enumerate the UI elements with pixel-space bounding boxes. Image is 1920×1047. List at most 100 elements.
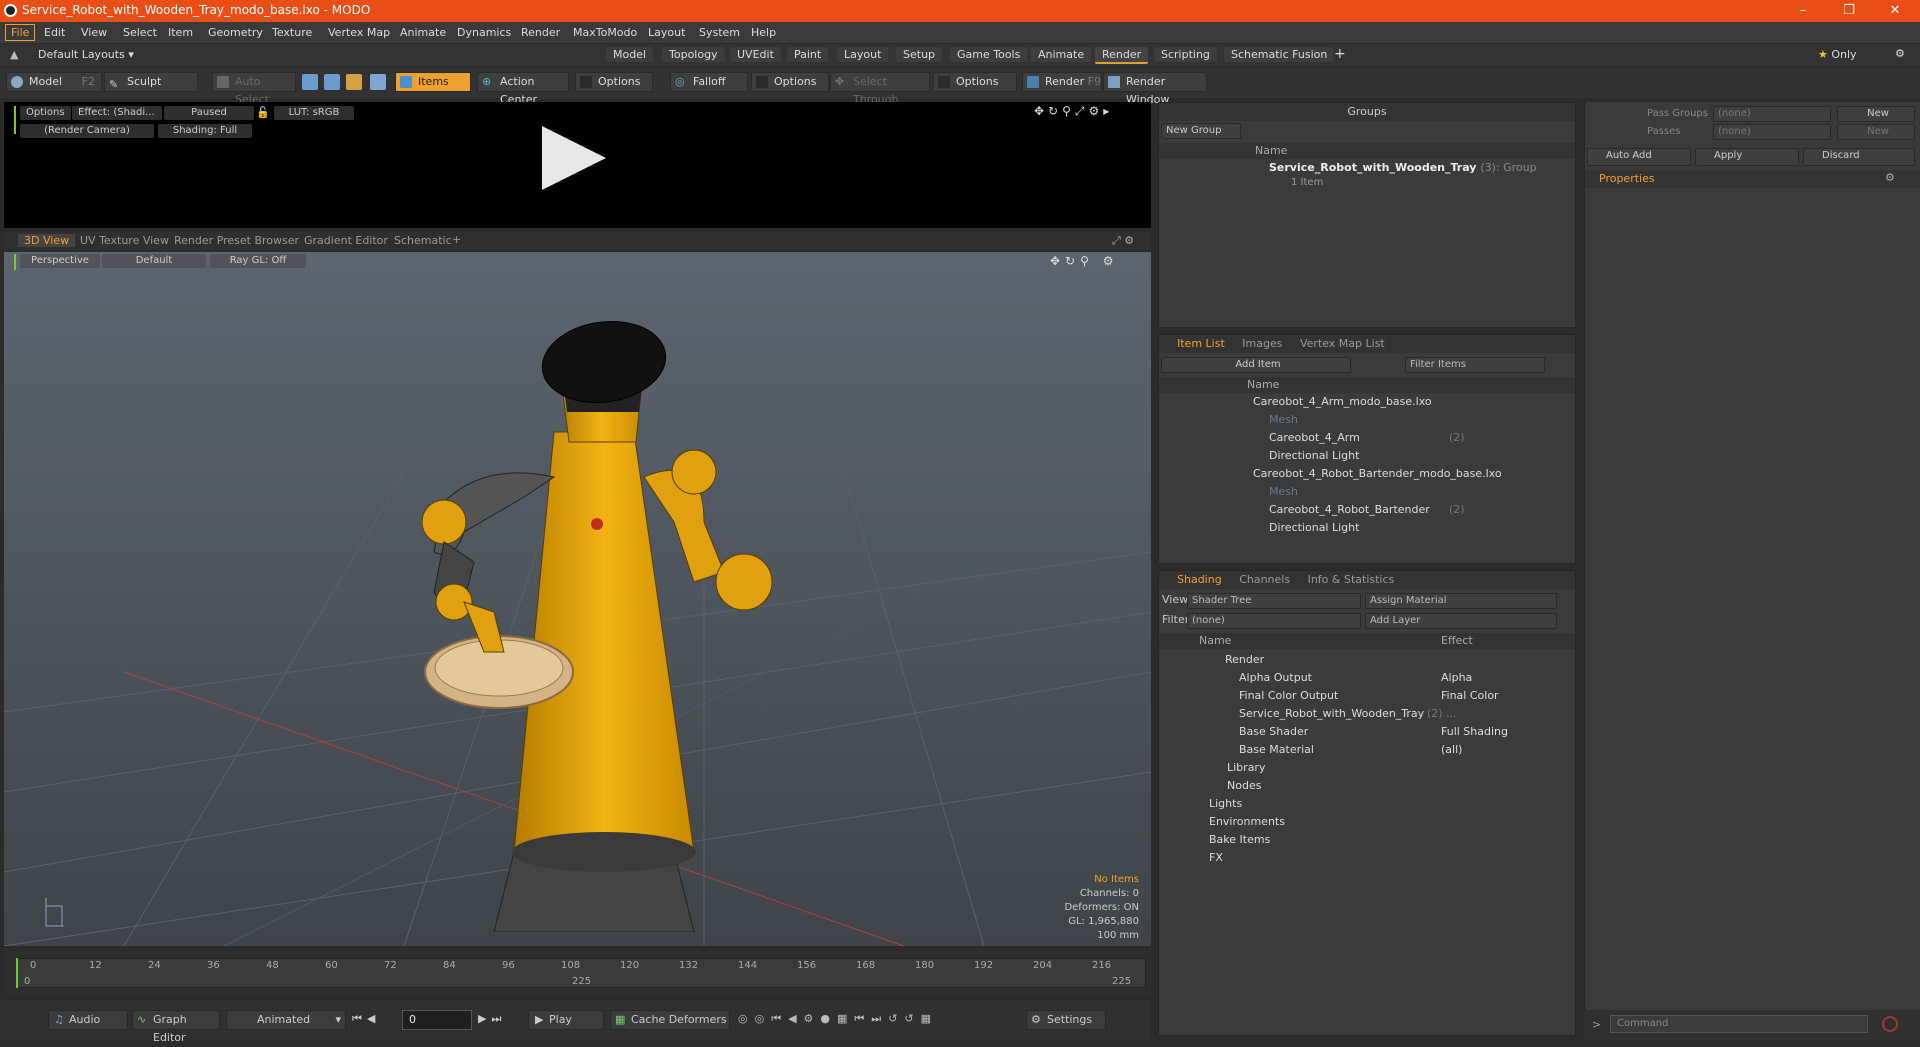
audio-button[interactable]: ♫ Audio	[48, 1010, 128, 1030]
shader-row-effect[interactable]: Full Shading	[1441, 723, 1508, 741]
play-icon[interactable]	[542, 126, 606, 190]
item-list-row[interactable]: Careobot_4_Arm_modo_base.lxo	[1159, 393, 1575, 411]
shader-tree-row[interactable]: Base Material (all)	[1159, 741, 1575, 759]
tab-render[interactable]: Render	[1095, 47, 1149, 64]
3d-viewport[interactable]: Perspective Default Ray GL: Off ✥↻⚲ ⚙ No…	[4, 252, 1151, 946]
menu-texture[interactable]: Texture	[272, 26, 312, 39]
sculpt-button[interactable]: ✎ Sculpt	[104, 72, 198, 92]
shader-row-effect[interactable]: Final Color	[1441, 687, 1499, 705]
item-list-row[interactable]: Directional Light	[1159, 447, 1575, 465]
tab-uvedit[interactable]: UVEdit	[730, 47, 781, 62]
menu-layout[interactable]: Layout	[648, 26, 685, 39]
discard-button[interactable]: Discard	[1803, 148, 1915, 166]
menu-view[interactable]: View	[81, 26, 107, 39]
polygons-mode-icon[interactable]	[346, 74, 362, 90]
passes-dropdown[interactable]: (none)	[1713, 124, 1831, 140]
item-list-row[interactable]: Careobot_4_Arm (2)	[1159, 429, 1575, 447]
shader-tree-row[interactable]: Nodes	[1159, 777, 1575, 795]
command-history-icon[interactable]	[1882, 1016, 1898, 1032]
tab-channels[interactable]: Channels	[1239, 573, 1290, 586]
menu-edit[interactable]: Edit	[44, 26, 65, 39]
timeline[interactable]: 0 12 24 36 48 60 72 84 96 108 120 132 144 156 168 180 19…	[4, 950, 1151, 996]
filter-dropdown[interactable]: (none)	[1187, 613, 1361, 629]
menu-geometry[interactable]: Geometry	[208, 26, 263, 39]
action-center-button[interactable]: ⊕ Action Center	[477, 72, 569, 106]
viewport-nav-controls[interactable]: ✥↻⚲ ⚙	[1050, 254, 1118, 268]
edges-mode-icon[interactable]	[324, 74, 340, 90]
group-item-name[interactable]: Service_Robot_with_Wooden_Tray (3): Grou…	[1269, 161, 1537, 174]
apply-button[interactable]: Apply	[1695, 148, 1799, 166]
animated-dropdown[interactable]: Animated ▾	[226, 1010, 346, 1030]
jump-end-controls[interactable]: ▶⏭	[478, 1012, 506, 1026]
tab-item-list[interactable]: Item List	[1177, 337, 1225, 350]
menu-dynamics[interactable]: Dynamics	[457, 26, 511, 39]
new-pass-group-button[interactable]: New	[1837, 106, 1915, 122]
view-dropdown[interactable]: Shader Tree	[1187, 593, 1361, 609]
command-input[interactable]: Command	[1610, 1015, 1868, 1033]
tab-animate[interactable]: Animate	[1031, 47, 1092, 62]
settings-button[interactable]: ⚙ Settings	[1026, 1010, 1106, 1030]
shading-dropdown[interactable]: Shading: Full	[158, 124, 252, 138]
action-center-options-button[interactable]: Options	[575, 72, 653, 92]
preview-view-controls[interactable]: ✥↻⚲⤢⚙▸	[1034, 104, 1113, 119]
item-list-row[interactable]: Careobot_4_Robot_Bartender_modo_base.lxo	[1159, 465, 1575, 483]
shader-tree-row[interactable]: Bake Items	[1159, 831, 1575, 849]
filter-items-input[interactable]: Filter Items	[1405, 357, 1545, 373]
lock-icon[interactable]: 🔓	[256, 106, 270, 119]
maximize-icon[interactable]: ⤢ ⚙	[1112, 234, 1134, 248]
tab-gradient-editor[interactable]: Gradient Editor	[298, 234, 394, 247]
item-list-row[interactable]: Directional Light	[1159, 519, 1575, 537]
menu-item[interactable]: Item	[168, 26, 193, 39]
shader-tree-row[interactable]: Service_Robot_with_Wooden_Tray (2) ...	[1159, 705, 1575, 723]
model-mode-button[interactable]: Model F2	[6, 72, 102, 92]
shader-tree-row[interactable]: Base Shader Full Shading	[1159, 723, 1575, 741]
tab-properties[interactable]: Properties	[1599, 172, 1655, 185]
shader-row-effect[interactable]: Alpha	[1441, 669, 1472, 687]
tab-images[interactable]: Images	[1242, 337, 1282, 350]
tab-scripting[interactable]: Scripting	[1154, 47, 1217, 62]
close-button[interactable]: ✕	[1872, 0, 1918, 22]
materials-mode-icon[interactable]	[370, 74, 386, 90]
gear-icon[interactable]: ⚙	[1895, 47, 1905, 60]
menu-select[interactable]: Select	[123, 26, 157, 39]
effect-dropdown[interactable]: Effect: (Shadi...	[72, 106, 162, 120]
robot-model[interactable]	[404, 292, 854, 932]
key-controls[interactable]: ◎◎⏮◀⚙●▦⏮⏭↺↺▦	[738, 1012, 938, 1026]
falloff-button[interactable]: ◎ Falloff	[670, 72, 748, 92]
auto-select-button[interactable]: Auto Select	[212, 72, 296, 106]
tab-model[interactable]: Model	[606, 47, 654, 62]
shader-tree-row[interactable]: FX	[1159, 849, 1575, 867]
auto-add-button[interactable]: Auto Add	[1587, 148, 1691, 166]
lut-dropdown[interactable]: LUT: sRGB	[274, 106, 354, 120]
render-window-button[interactable]: Render Window	[1103, 72, 1207, 106]
layouts-dropdown[interactable]: Default Layouts ▾	[38, 48, 134, 61]
tab-3d-view[interactable]: 3D View	[18, 234, 76, 247]
shader-tree-row[interactable]: Library	[1159, 759, 1575, 777]
pass-groups-dropdown[interactable]: (none)	[1713, 106, 1831, 122]
shader-tree-row[interactable]: Final Color Output Final Color	[1159, 687, 1575, 705]
add-item-dropdown[interactable]: Add Item	[1161, 357, 1351, 373]
shader-tree-row[interactable]: Environments	[1159, 813, 1575, 831]
select-through-button[interactable]: ✥ Select Through	[830, 72, 930, 106]
tab-vertex-map-list[interactable]: Vertex Map List	[1300, 337, 1385, 350]
select-options-button[interactable]: Options	[933, 72, 1017, 92]
menu-system[interactable]: System	[699, 26, 740, 39]
raygl-dropdown[interactable]: Ray GL: Off	[210, 254, 306, 268]
tab-schematic[interactable]: Schematic	[388, 234, 458, 247]
only-toggle[interactable]: ★ Only	[1818, 48, 1857, 61]
tab-topology[interactable]: Topology	[662, 47, 725, 62]
shader-row-effect[interactable]: (all)	[1441, 741, 1462, 759]
vertices-mode-icon[interactable]	[302, 74, 318, 90]
shader-tree-row[interactable]: Alpha Output Alpha	[1159, 669, 1575, 687]
menu-file[interactable]: File	[5, 24, 36, 41]
cache-deformers-button[interactable]: ▦ Cache Deformers	[610, 1010, 730, 1030]
item-list-row[interactable]: Careobot_4_Robot_Bartender (2)	[1159, 501, 1575, 519]
tab-schematic-fusion[interactable]: Schematic Fusion	[1224, 47, 1335, 62]
falloff-options-button[interactable]: Options	[751, 72, 829, 92]
item-list-row[interactable]: Mesh	[1159, 411, 1575, 429]
tab-info-statistics[interactable]: Info & Statistics	[1308, 573, 1395, 586]
render-button[interactable]: Render F9	[1022, 72, 1102, 92]
menu-help[interactable]: Help	[751, 26, 776, 39]
tab-layout[interactable]: Layout	[837, 47, 889, 62]
add-tab-icon[interactable]: +	[1334, 46, 1346, 62]
